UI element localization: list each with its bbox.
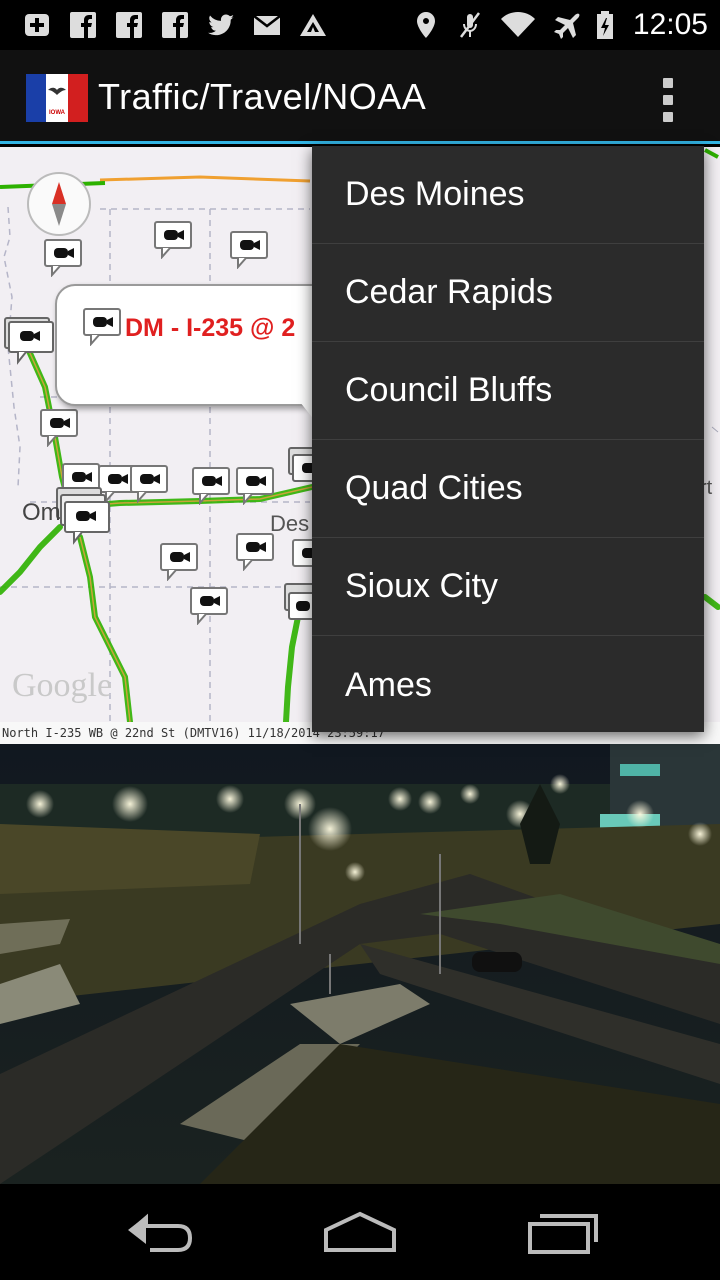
overflow-menu-button[interactable] <box>656 78 680 122</box>
camera-marker[interactable] <box>56 487 112 545</box>
camera-marker[interactable] <box>44 239 82 277</box>
menu-item-ames[interactable]: Ames <box>312 636 704 734</box>
menu-item-des-moines[interactable]: Des Moines <box>312 146 704 244</box>
status-bar: 12:05 <box>0 0 720 50</box>
menu-item-quad-cities[interactable]: Quad Cities <box>312 440 704 538</box>
airplane-icon <box>553 13 580 39</box>
camera-marker[interactable] <box>190 587 228 625</box>
camera-marker[interactable] <box>154 221 192 259</box>
camera-image[interactable] <box>0 744 720 1184</box>
camera-marker[interactable] <box>160 543 198 581</box>
clock: 12:05 <box>632 8 708 41</box>
recent-apps-icon[interactable] <box>524 1208 604 1256</box>
camera-marker[interactable] <box>288 447 314 489</box>
action-bar: IOWA Traffic/Travel/NOAA <box>0 50 720 144</box>
compass-icon <box>52 182 66 226</box>
navigation-bar <box>0 1184 720 1280</box>
menu-item-council-bluffs[interactable]: Council Bluffs <box>312 342 704 440</box>
twitter-icon <box>208 14 234 36</box>
camera-icon <box>83 308 121 346</box>
camera-marker[interactable] <box>292 539 314 575</box>
camera-marker[interactable] <box>130 465 168 503</box>
system-icons: 12:05 <box>411 8 708 42</box>
camera-marker[interactable] <box>40 409 78 447</box>
mail-icon <box>253 15 281 35</box>
map-label-des-moines: Des <box>270 511 310 536</box>
overflow-dot <box>663 78 673 88</box>
menu-item-cedar-rapids[interactable]: Cedar Rapids <box>312 244 704 342</box>
app-title: Traffic/Travel/NOAA <box>98 76 427 117</box>
wifi-icon <box>500 11 535 37</box>
camera-marker[interactable] <box>236 533 274 571</box>
logo-text: IOWA <box>49 110 66 116</box>
map-label-omaha: Om <box>22 499 61 526</box>
camera-marker[interactable] <box>284 583 314 629</box>
mute-icon <box>459 12 480 38</box>
camera-marker[interactable] <box>192 467 230 505</box>
google-logo: Google <box>12 667 113 704</box>
city-menu: Des Moines Cedar Rapids Council Bluffs Q… <box>312 146 704 732</box>
menu-item-sioux-city[interactable]: Sioux City <box>312 538 704 636</box>
camera-marker[interactable] <box>4 317 56 365</box>
callout-title: DM - I-235 @ 2 <box>125 314 296 342</box>
battery-icon <box>596 11 613 39</box>
overflow-dot <box>663 95 673 105</box>
iowa-flag-icon[interactable]: IOWA <box>26 74 88 122</box>
notification-icons <box>22 10 328 40</box>
facebook-icon <box>162 12 188 38</box>
back-icon[interactable] <box>120 1208 200 1256</box>
compass-button[interactable] <box>27 172 91 236</box>
facebook-icon <box>70 12 96 38</box>
facebook-icon <box>116 12 142 38</box>
location-icon <box>416 12 435 38</box>
camera-marker[interactable] <box>230 231 268 269</box>
overflow-dot <box>663 112 673 122</box>
camera-scene <box>0 744 720 1184</box>
camera-marker[interactable] <box>236 467 274 505</box>
add-box-icon <box>25 14 49 36</box>
triangle-logo-icon <box>300 14 326 36</box>
home-icon[interactable] <box>320 1208 400 1256</box>
